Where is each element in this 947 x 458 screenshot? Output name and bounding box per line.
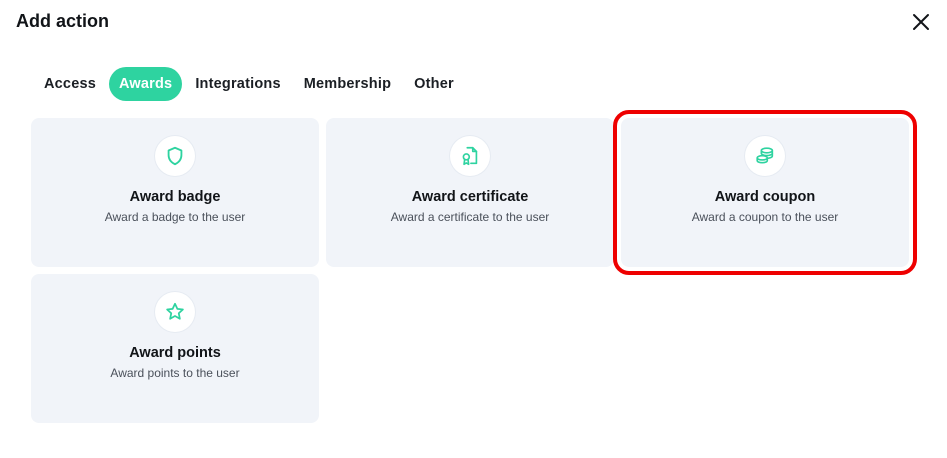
card-description: Award points to the user [110, 366, 240, 380]
award-coupon-card[interactable]: Award coupon Award a coupon to the user [613, 110, 917, 275]
category-tabs: Access Awards Integrations Membership Ot… [34, 67, 467, 101]
card-title: Award certificate [411, 189, 529, 205]
card-description: Award a certificate to the user [390, 210, 550, 224]
tab-access[interactable]: Access [34, 67, 106, 101]
dialog-title: Add action [16, 11, 109, 31]
icon-coupon [745, 136, 785, 176]
close-icon [913, 14, 929, 30]
tab-integrations[interactable]: Integrations [185, 67, 290, 101]
card-title: Award points [129, 345, 221, 361]
close-button[interactable] [909, 10, 933, 34]
tab-other[interactable]: Other [404, 67, 464, 101]
action-grid: Award badge Award a badge to the user Aw… [31, 110, 917, 423]
shield-icon [167, 146, 183, 166]
card-title: Award badge [129, 189, 221, 205]
award-points-card[interactable]: Award points Award points to the user [31, 274, 319, 423]
coins-icon [756, 147, 774, 164]
award-certificate-card[interactable]: Award certificate Award a certificate to… [326, 118, 614, 267]
tab-membership[interactable]: Membership [294, 67, 401, 101]
award-badge-card[interactable]: Award badge Award a badge to the user [31, 118, 319, 267]
icon-points [155, 292, 195, 332]
card-description: Award a coupon to the user [691, 210, 839, 224]
card-description: Award a badge to the user [104, 210, 246, 224]
certificate-icon [462, 146, 478, 166]
star-icon [166, 302, 184, 320]
icon-badge [155, 136, 195, 176]
card-title: Award coupon [714, 189, 816, 205]
icon-certificate [450, 136, 490, 176]
tab-awards[interactable]: Awards [109, 67, 183, 101]
